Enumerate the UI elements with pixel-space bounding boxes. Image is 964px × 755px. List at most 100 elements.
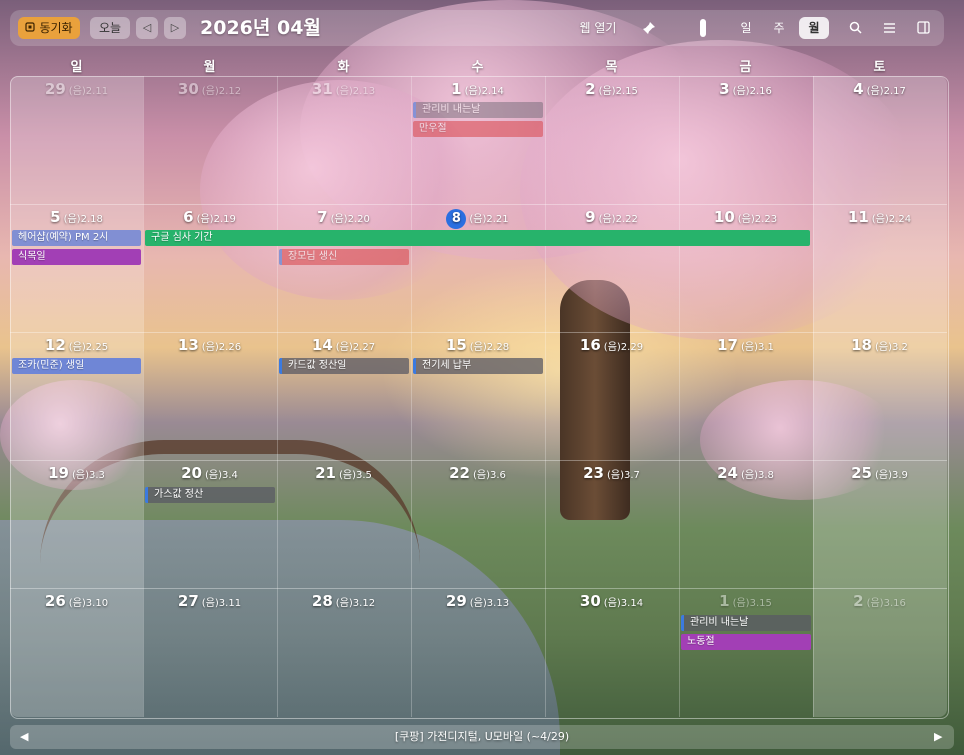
day-number: 1 (음)2.14 xyxy=(451,80,504,98)
today-marker: 8 xyxy=(446,209,467,229)
day-number: 4 (음)2.17 xyxy=(853,80,906,98)
day-number: 20 (음)3.4 xyxy=(181,464,238,482)
day-cell[interactable]: 9 (음)2.22 xyxy=(545,204,678,332)
day-number: 29 (음)3.13 xyxy=(445,592,510,610)
day-number: 9 (음)2.22 xyxy=(585,208,638,226)
day-number: 30 (음)3.14 xyxy=(579,592,644,610)
day-number: 6 (음)2.19 xyxy=(183,208,236,226)
day-cell[interactable]: 15 (음)2.28 xyxy=(411,332,544,460)
day-cell[interactable]: 24 (음)3.8 xyxy=(679,460,812,588)
day-number: 21 (음)3.5 xyxy=(315,464,372,482)
weekday-wed: 수 xyxy=(471,60,484,75)
day-cell[interactable]: 29 (음)3.13 xyxy=(411,588,544,716)
day-cell-today[interactable]: 8 (음)2.21 xyxy=(411,204,544,332)
sync-button[interactable]: 동기화 xyxy=(18,17,80,39)
day-cell[interactable]: 10 (음)2.23 xyxy=(679,204,812,332)
event-chip[interactable]: 장모님 생신 xyxy=(279,249,409,265)
day-cell[interactable]: 14 (음)2.27 xyxy=(277,332,410,460)
day-number: 2 (음)3.16 xyxy=(853,592,906,610)
event-chip[interactable]: 관리비 내는날 xyxy=(413,102,543,118)
day-number: 15 (음)2.28 xyxy=(445,336,510,354)
event-bar-multiday[interactable]: 구글 심사 기간 xyxy=(145,230,810,246)
day-cell[interactable]: 1 (음)2.14 xyxy=(411,76,544,204)
day-cell[interactable]: 3 (음)2.16 xyxy=(679,76,812,204)
day-cell[interactable]: 6 (음)2.19 xyxy=(143,204,276,332)
event-chip[interactable]: 관리비 내는날 xyxy=(681,615,811,631)
weekday-sat: 토 xyxy=(873,60,886,75)
event-chip[interactable]: 전기세 납부 xyxy=(413,358,543,374)
day-cell[interactable]: 27 (음)3.11 xyxy=(143,588,276,716)
view-month-button[interactable]: 월 xyxy=(799,17,829,39)
day-cell[interactable]: 28 (음)3.12 xyxy=(277,588,410,716)
day-cell[interactable]: 31 (음)2.13 xyxy=(277,76,410,204)
day-number: 27 (음)3.11 xyxy=(177,592,242,610)
day-cell[interactable]: 12 (음)2.25 xyxy=(10,332,143,460)
day-number: 11 (음)2.24 xyxy=(847,208,912,226)
day-number: 1 (음)3.15 xyxy=(719,592,772,610)
next-month-button[interactable]: ▷ xyxy=(164,17,186,39)
day-cell[interactable]: 13 (음)2.26 xyxy=(143,332,276,460)
banner-text[interactable]: [쿠팡] 가전디지털, U모바일 (~4/29) xyxy=(10,725,954,749)
day-cell[interactable]: 18 (음)3.2 xyxy=(813,332,946,460)
opacity-slider[interactable] xyxy=(700,19,706,37)
event-chip[interactable]: 조카(민준) 생일 xyxy=(12,358,141,374)
day-number: 24 (음)3.8 xyxy=(717,464,774,482)
today-button[interactable]: 오늘 xyxy=(90,17,130,39)
event-chip[interactable]: 카드값 정산일 xyxy=(279,358,409,374)
day-number: 22 (음)3.6 xyxy=(449,464,506,482)
day-number: 26 (음)3.10 xyxy=(44,592,109,610)
day-number: 2 (음)2.15 xyxy=(585,80,638,98)
day-number: 30 (음)2.12 xyxy=(177,80,242,98)
day-cell[interactable]: 29 (음)2.11 xyxy=(10,76,143,204)
day-cell[interactable]: 11 (음)2.24 xyxy=(813,204,946,332)
day-number: 12 (음)2.25 xyxy=(44,336,109,354)
day-cell[interactable]: 22 (음)3.6 xyxy=(411,460,544,588)
search-icon[interactable] xyxy=(844,17,866,39)
right-arrow-icon[interactable]: ▶ xyxy=(934,725,942,749)
day-cell[interactable]: 5 (음)2.18 xyxy=(10,204,143,332)
day-cell[interactable]: 30 (음)3.14 xyxy=(545,588,678,716)
day-number: 29 (음)2.11 xyxy=(44,80,109,98)
day-cell[interactable]: 2 (음)3.16 xyxy=(813,588,946,716)
month-title: 2026년 04월 xyxy=(200,17,321,39)
list-icon[interactable] xyxy=(878,17,900,39)
day-number: 13 (음)2.26 xyxy=(177,336,242,354)
event-chip[interactable]: 식목일 xyxy=(12,249,141,265)
day-number: 31 (음)2.13 xyxy=(311,80,376,98)
view-day-button[interactable]: 일 xyxy=(733,17,759,39)
day-number: 14 (음)2.27 xyxy=(311,336,376,354)
day-cell[interactable]: 19 (음)3.3 xyxy=(10,460,143,588)
day-cell[interactable]: 7 (음)2.20 xyxy=(277,204,410,332)
view-week-button[interactable]: 주 xyxy=(766,17,792,39)
day-cell[interactable]: 1 (음)3.15 xyxy=(679,588,812,716)
day-cell[interactable]: 25 (음)3.9 xyxy=(813,460,946,588)
web-open-button[interactable]: 웹 열기 xyxy=(576,17,620,39)
day-number: 19 (음)3.3 xyxy=(48,464,105,482)
event-chip[interactable]: 노동절 xyxy=(681,634,811,650)
sync-label: 동기화 xyxy=(39,21,73,35)
day-cell[interactable]: 20 (음)3.4 xyxy=(143,460,276,588)
day-cell[interactable]: 2 (음)2.15 xyxy=(545,76,678,204)
weekday-thu: 목 xyxy=(605,60,618,75)
day-cell[interactable]: 16 (음)2.29 xyxy=(545,332,678,460)
day-cell[interactable]: 30 (음)2.12 xyxy=(143,76,276,204)
day-number: 17 (음)3.1 xyxy=(717,336,774,354)
day-number: 3 (음)2.16 xyxy=(719,80,772,98)
prev-month-button[interactable]: ◁ xyxy=(136,17,158,39)
day-number: 10 (음)2.23 xyxy=(713,208,778,226)
day-number: 7 (음)2.20 xyxy=(317,208,370,226)
pin-icon[interactable] xyxy=(638,17,660,39)
day-cell[interactable]: 21 (음)3.5 xyxy=(277,460,410,588)
toolbar: 동기화 오늘 ◁ ▷ 2026년 04월 웹 열기 일 주 월 xyxy=(10,10,944,46)
event-chip[interactable]: 헤어샵(예약) PM 2시 xyxy=(12,230,141,246)
day-cell[interactable]: 4 (음)2.17 xyxy=(813,76,946,204)
weekday-mon: 월 xyxy=(203,60,216,75)
event-chip[interactable]: 가스값 정산 xyxy=(145,487,275,503)
day-cell[interactable]: 26 (음)3.10 xyxy=(10,588,143,716)
panel-icon[interactable] xyxy=(912,17,934,39)
day-number: 28 (음)3.12 xyxy=(311,592,376,610)
day-cell[interactable]: 23 (음)3.7 xyxy=(545,460,678,588)
event-chip[interactable]: 만우절 xyxy=(413,121,543,137)
day-number: 23 (음)3.7 xyxy=(583,464,640,482)
day-cell[interactable]: 17 (음)3.1 xyxy=(679,332,812,460)
